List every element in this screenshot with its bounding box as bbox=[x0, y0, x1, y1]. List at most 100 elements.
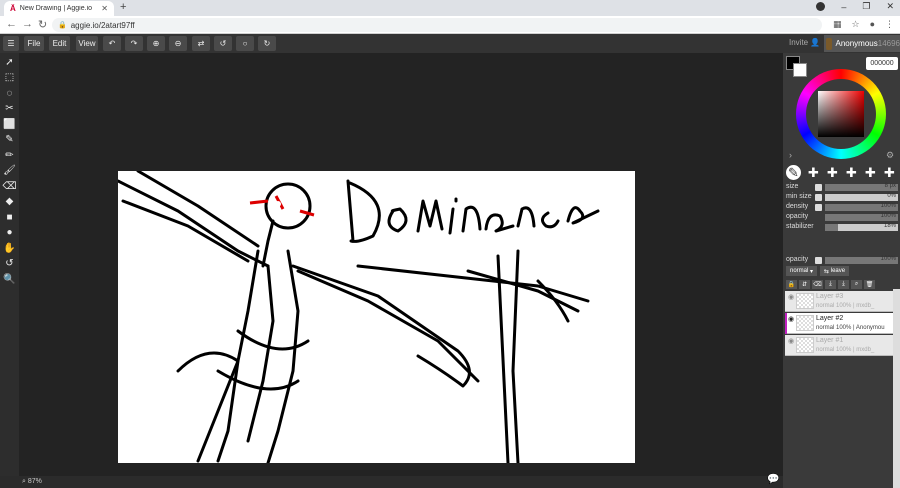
layer-name: Layer #1 bbox=[816, 337, 844, 344]
stabilizer-slider-row[interactable]: stabilizer 18% bbox=[786, 223, 898, 232]
stabilizer-label: stabilizer bbox=[786, 223, 814, 230]
reload-icon[interactable]: ↻ bbox=[38, 18, 47, 31]
min-size-toggle[interactable] bbox=[815, 194, 822, 201]
layer-opacity-row[interactable]: opacity 100% bbox=[786, 256, 898, 265]
clip-button[interactable]: ⇆ leave bbox=[820, 266, 850, 276]
secondary-color-swatch[interactable] bbox=[793, 63, 807, 77]
flip-icon[interactable]: ⇄ bbox=[192, 36, 210, 51]
delete-layer-icon[interactable]: 🗑 bbox=[864, 280, 875, 289]
density-toggle[interactable] bbox=[815, 204, 822, 211]
eye-icon[interactable]: ◉ bbox=[788, 293, 794, 301]
browser-tab-bar: Ä New Drawing | Aggie.io ✕ + – ❐ ✕ bbox=[0, 0, 900, 16]
zoom-out-icon[interactable]: ⊖ bbox=[169, 36, 187, 51]
layer-item-active[interactable]: ◉ Layer #2 normal 100% | Anonymou bbox=[785, 313, 893, 334]
fill-bucket-icon[interactable]: ◆ bbox=[2, 194, 17, 208]
blend-mode-select[interactable]: normal ▾ bbox=[786, 266, 818, 276]
layer-opacity-toggle[interactable] bbox=[815, 257, 822, 264]
brush-icon[interactable]: 🖌 bbox=[2, 163, 17, 177]
file-menu[interactable]: File bbox=[24, 36, 44, 51]
density-value: 100% bbox=[880, 203, 896, 209]
min-size-slider-row[interactable]: min size 0% bbox=[786, 193, 898, 202]
bookmark-star-icon[interactable]: ☆ bbox=[851, 19, 859, 30]
ellipse-icon[interactable]: ● bbox=[2, 225, 17, 239]
chat-icon[interactable]: 💬 bbox=[767, 474, 779, 485]
brush-preset-4[interactable]: ✚ bbox=[863, 165, 878, 180]
move-tool-icon[interactable]: ➚ bbox=[2, 55, 17, 69]
lasso-select-icon[interactable]: ◌ bbox=[2, 86, 17, 100]
redo-icon[interactable]: ↷ bbox=[125, 36, 143, 51]
minimize-button[interactable]: – bbox=[841, 2, 846, 12]
brush-preset-5[interactable]: ✚ bbox=[882, 165, 897, 180]
search-layer-icon[interactable]: ⌕ bbox=[851, 280, 862, 289]
gear-icon[interactable]: ⚙ bbox=[886, 150, 894, 161]
layer-opacity-value: 100% bbox=[880, 256, 896, 262]
eyedropper-icon[interactable]: ✎ bbox=[2, 132, 17, 146]
size-slider[interactable]: 8 px bbox=[825, 183, 898, 191]
brush-preset-1[interactable]: ✚ bbox=[806, 165, 821, 180]
lock-layer-icon[interactable]: 🔒 bbox=[786, 280, 797, 289]
hex-color-input[interactable]: 000000 bbox=[866, 57, 898, 70]
edit-menu[interactable]: Edit bbox=[49, 36, 70, 51]
chevron-right-icon[interactable]: › bbox=[789, 150, 792, 160]
search-icon: ⌕ bbox=[22, 478, 26, 485]
clear-layer-icon[interactable]: ⌫ bbox=[812, 280, 823, 289]
rect-select-icon[interactable]: ⬚ bbox=[2, 70, 17, 84]
zoom-tool-icon[interactable]: 🔍 bbox=[2, 272, 17, 286]
layer-opacity-slider[interactable]: 100% bbox=[825, 256, 898, 264]
layer-item[interactable]: ◉ Layer #1 normal 100% | mxdb_ bbox=[785, 335, 893, 356]
profile-icon[interactable] bbox=[816, 2, 826, 11]
browser-menu-icon[interactable]: ⋮ bbox=[885, 19, 894, 30]
cut-select-icon[interactable]: ✂ bbox=[2, 101, 17, 115]
layer-item[interactable]: ◉ Layer #3 normal 100% | mxdb_ bbox=[785, 291, 893, 312]
maximize-button[interactable]: ❐ bbox=[862, 1, 870, 12]
drawing-canvas[interactable] bbox=[118, 171, 635, 463]
brush-preset-selected[interactable]: ✎ bbox=[786, 165, 801, 180]
pencil-icon[interactable]: ✏ bbox=[2, 148, 17, 162]
view-menu[interactable]: View bbox=[76, 36, 98, 51]
hand-icon[interactable]: ✋ bbox=[2, 241, 17, 255]
account-icon[interactable]: ● bbox=[870, 19, 875, 30]
stabilizer-slider[interactable]: 18% bbox=[825, 223, 898, 231]
url-field[interactable]: 🔒 aggie.io/2atart97ff bbox=[52, 18, 822, 32]
rectangle-icon[interactable]: ■ bbox=[2, 210, 17, 224]
invite-button[interactable]: Invite 👤 bbox=[789, 38, 820, 47]
rotate-right-icon[interactable]: ↻ bbox=[258, 36, 276, 51]
min-size-slider[interactable]: 0% bbox=[825, 193, 898, 201]
close-tab-icon[interactable]: ✕ bbox=[101, 4, 108, 13]
merge-down-icon[interactable]: ⤓ bbox=[825, 280, 836, 289]
brush-preset-3[interactable]: ✚ bbox=[844, 165, 859, 180]
transform-icon[interactable]: ⬜ bbox=[2, 117, 17, 131]
qr-icon[interactable]: ▦ bbox=[833, 19, 842, 30]
zoom-in-icon[interactable]: ⊕ bbox=[147, 36, 165, 51]
eye-icon[interactable]: ◉ bbox=[788, 315, 794, 323]
opacity-slider-row[interactable]: opacity 100% bbox=[786, 213, 898, 222]
saturation-value-picker[interactable] bbox=[818, 91, 864, 137]
forward-icon[interactable]: → bbox=[22, 18, 33, 30]
size-slider-row[interactable]: size 8 px bbox=[786, 183, 898, 192]
density-slider-row[interactable]: density 100% bbox=[786, 203, 898, 212]
layers-scrollbar[interactable] bbox=[893, 289, 900, 488]
add-user-icon: 👤 bbox=[810, 38, 821, 47]
active-layer-marker bbox=[785, 313, 787, 334]
density-slider[interactable]: 100% bbox=[825, 203, 898, 211]
brush-preset-2[interactable]: ✚ bbox=[825, 165, 840, 180]
back-icon[interactable]: ← bbox=[6, 18, 17, 30]
eye-icon[interactable]: ◉ bbox=[788, 337, 794, 345]
eraser-icon[interactable]: ⌫ bbox=[2, 179, 17, 193]
move-layer-icon[interactable]: ⇵ bbox=[799, 280, 810, 289]
app-toolbar: ☰ File Edit View ↶ ↷ ⊕ ⊖ ⇄ ↺ ○ ↻ Invite … bbox=[0, 34, 900, 53]
reset-rotation-icon[interactable]: ○ bbox=[236, 36, 254, 51]
size-pressure-toggle[interactable] bbox=[815, 184, 822, 191]
browser-tab[interactable]: Ä New Drawing | Aggie.io ✕ bbox=[4, 1, 114, 16]
blend-row: normal ▾ ⇆ leave bbox=[786, 266, 850, 276]
merge-all-icon[interactable]: ⤓ bbox=[838, 280, 849, 289]
rotate-left-icon[interactable]: ↺ bbox=[214, 36, 232, 51]
layer-name: Layer #2 bbox=[816, 315, 844, 322]
undo-icon[interactable]: ↶ bbox=[103, 36, 121, 51]
hamburger-menu-icon[interactable]: ☰ bbox=[3, 36, 19, 51]
close-window-button[interactable]: ✕ bbox=[886, 1, 894, 12]
opacity-slider[interactable]: 100% bbox=[825, 213, 898, 221]
new-tab-button[interactable]: + bbox=[120, 1, 126, 13]
rotate-view-icon[interactable]: ↺ bbox=[2, 256, 17, 270]
user-badge[interactable]: Anonymous14696 bbox=[824, 35, 900, 52]
